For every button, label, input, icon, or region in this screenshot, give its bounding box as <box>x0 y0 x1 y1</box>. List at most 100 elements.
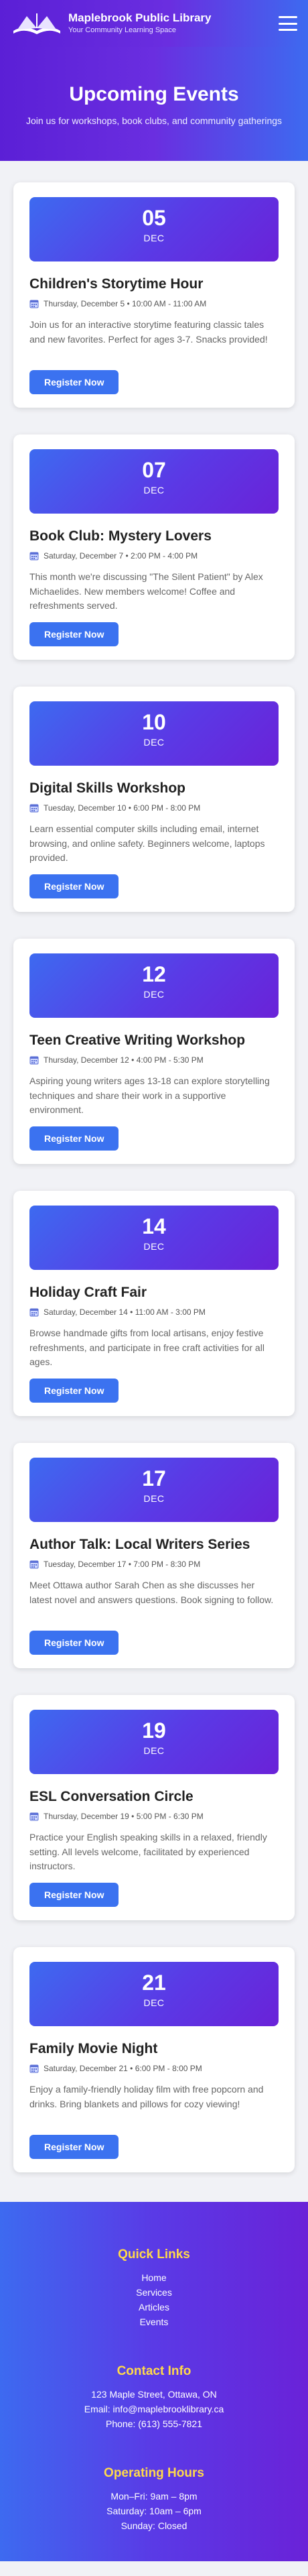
event-meta: Thursday, December 12 • 4:00 PM - 5:30 P… <box>29 1055 279 1065</box>
page-title: Upcoming Events <box>69 83 239 105</box>
calendar-icon <box>29 1812 39 1821</box>
event-month: DEC <box>143 1745 165 1757</box>
brand-text: Maplebrook Public Library Your Community… <box>68 11 212 36</box>
register-button[interactable]: Register Now <box>29 1379 119 1403</box>
event-month: DEC <box>143 1997 165 2009</box>
register-button[interactable]: Register Now <box>29 874 119 898</box>
event-description: Learn essential computer skills includin… <box>29 823 265 864</box>
event-datetime: Thursday, December 12 • 4:00 PM - 5:30 P… <box>44 1055 204 1065</box>
event-title: Author Talk: Local Writers Series <box>29 1537 250 1552</box>
event-day: 12 <box>142 962 166 986</box>
hours-heading: Operating Hours <box>104 2466 204 2480</box>
contact-heading: Contact Info <box>117 2364 191 2378</box>
event-title: Holiday Craft Fair <box>29 1285 147 1300</box>
event-month: DEC <box>143 1241 165 1252</box>
footer-link-events[interactable]: Events <box>13 2315 295 2329</box>
calendar-icon <box>29 1560 39 1569</box>
register-button[interactable]: Register Now <box>29 1126 119 1151</box>
calendar-icon <box>29 552 39 561</box>
event-datetime: Thursday, December 5 • 10:00 AM - 11:00 … <box>44 299 207 308</box>
event-title: Teen Creative Writing Workshop <box>29 1033 246 1048</box>
event-description: Browse handmade gifts from local artisan… <box>29 1328 264 1368</box>
menu-bar <box>279 22 297 25</box>
event-day: 05 <box>142 206 166 230</box>
library-tagline: Your Community Learning Space <box>68 25 177 34</box>
event-day: 17 <box>142 1466 166 1490</box>
menu-bar <box>279 29 297 31</box>
event-datetime: Saturday, December 21 • 6:00 PM - 8:00 P… <box>44 2064 202 2073</box>
events-list: 05 DEC Children's Storytime Hour Thursda… <box>0 161 308 2202</box>
contact-section: Contact Info 123 Maple Street, Ottawa, O… <box>13 2364 295 2431</box>
register-button[interactable]: Register Now <box>29 2135 119 2159</box>
event-date-badge: 17 DEC <box>29 1458 279 1522</box>
event-datetime: Tuesday, December 17 • 7:00 PM - 8:30 PM <box>44 1560 201 1569</box>
brand[interactable]: Maplebrook Public Library Your Community… <box>11 11 212 36</box>
calendar-icon <box>29 1056 39 1065</box>
event-day: 10 <box>142 710 166 734</box>
event-day: 19 <box>142 1718 166 1743</box>
event-card: 21 DEC Family Movie Night Saturday, Dece… <box>13 1947 295 2172</box>
event-meta: Saturday, December 7 • 2:00 PM - 4:00 PM <box>29 551 279 561</box>
event-datetime: Saturday, December 7 • 2:00 PM - 4:00 PM <box>44 551 198 561</box>
page-subtitle: Join us for workshops, book clubs, and c… <box>25 115 283 126</box>
event-datetime: Saturday, December 14 • 11:00 AM - 3:00 … <box>44 1307 206 1317</box>
open-book-icon <box>13 13 60 34</box>
event-card: 19 DEC ESL Conversation Circle Thursday,… <box>13 1695 295 1920</box>
event-month: DEC <box>143 233 165 244</box>
event-meta: Saturday, December 14 • 11:00 AM - 3:00 … <box>29 1307 279 1317</box>
register-button[interactable]: Register Now <box>29 622 119 646</box>
footer-link-home[interactable]: Home <box>13 2270 295 2285</box>
register-button[interactable]: Register Now <box>29 1883 119 1907</box>
site-header: Maplebrook Public Library Your Community… <box>0 0 308 47</box>
hours-sunday: Sunday: Closed <box>121 2520 187 2531</box>
event-description: This month we're discussing "The Silent … <box>29 571 263 611</box>
hours-section: Operating Hours Mon–Fri: 9am – 8pm Satur… <box>13 2466 295 2533</box>
event-title: Family Movie Night <box>29 2041 158 2056</box>
event-meta: Thursday, December 19 • 5:00 PM - 6:30 P… <box>29 1812 279 1821</box>
calendar-icon <box>29 2064 39 2073</box>
contact-email[interactable]: Email: info@maplebrooklibrary.ca <box>13 2402 295 2416</box>
event-title: Book Club: Mystery Lovers <box>29 528 212 544</box>
register-button[interactable]: Register Now <box>29 370 119 394</box>
event-card: 10 DEC Digital Skills Workshop Tuesday, … <box>13 687 295 912</box>
footer-link-articles[interactable]: Articles <box>13 2300 295 2315</box>
event-date-badge: 07 DEC <box>29 449 279 514</box>
event-meta: Tuesday, December 10 • 6:00 PM - 8:00 PM <box>29 803 279 813</box>
event-description: Practice your English speaking skills in… <box>29 1832 267 1872</box>
event-date-badge: 12 DEC <box>29 953 279 1018</box>
event-description: Enjoy a family-friendly holiday film wit… <box>29 2084 264 2109</box>
event-title: ESL Conversation Circle <box>29 1789 194 1804</box>
event-date-badge: 14 DEC <box>29 1206 279 1270</box>
event-datetime: Thursday, December 19 • 5:00 PM - 6:30 P… <box>44 1812 204 1821</box>
event-date-badge: 19 DEC <box>29 1710 279 1774</box>
calendar-icon <box>29 300 39 308</box>
event-meta: Saturday, December 21 • 6:00 PM - 8:00 P… <box>29 2064 279 2073</box>
footer-link-services[interactable]: Services <box>13 2285 295 2300</box>
event-day: 07 <box>142 458 166 482</box>
hours-weekdays: Mon–Fri: 9am – 8pm <box>110 2491 198 2502</box>
event-title: Digital Skills Workshop <box>29 780 185 796</box>
event-description: Meet Ottawa author Sarah Chen as she dis… <box>29 1580 274 1605</box>
event-title: Children's Storytime Hour <box>29 276 204 292</box>
hours-saturday: Saturday: 10am – 6pm <box>106 2506 202 2516</box>
register-button[interactable]: Register Now <box>29 1631 119 1655</box>
library-name: Maplebrook Public Library <box>68 11 212 25</box>
site-footer: Quick Links Home Services Articles Event… <box>0 2202 308 2561</box>
event-card: 12 DEC Teen Creative Writing Workshop Th… <box>13 939 295 1164</box>
event-date-badge: 21 DEC <box>29 1962 279 2026</box>
event-datetime: Tuesday, December 10 • 6:00 PM - 8:00 PM <box>44 803 201 813</box>
event-day: 14 <box>142 1214 166 1238</box>
event-card: 14 DEC Holiday Craft Fair Saturday, Dece… <box>13 1191 295 1416</box>
event-meta: Tuesday, December 17 • 7:00 PM - 8:30 PM <box>29 1560 279 1569</box>
menu-bar <box>279 16 297 18</box>
contact-phone[interactable]: Phone: (613) 555-7821 <box>13 2416 295 2431</box>
event-date-badge: 10 DEC <box>29 701 279 766</box>
event-meta: Thursday, December 5 • 10:00 AM - 11:00 … <box>29 299 279 308</box>
event-month: DEC <box>143 989 165 1000</box>
hamburger-menu-icon[interactable] <box>279 16 297 31</box>
quick-links-heading: Quick Links <box>118 2247 190 2262</box>
event-card: 17 DEC Author Talk: Local Writers Series… <box>13 1443 295 1668</box>
event-date-badge: 05 DEC <box>29 197 279 261</box>
hero-banner: Upcoming Events Join us for workshops, b… <box>0 47 308 161</box>
calendar-icon <box>29 804 39 813</box>
